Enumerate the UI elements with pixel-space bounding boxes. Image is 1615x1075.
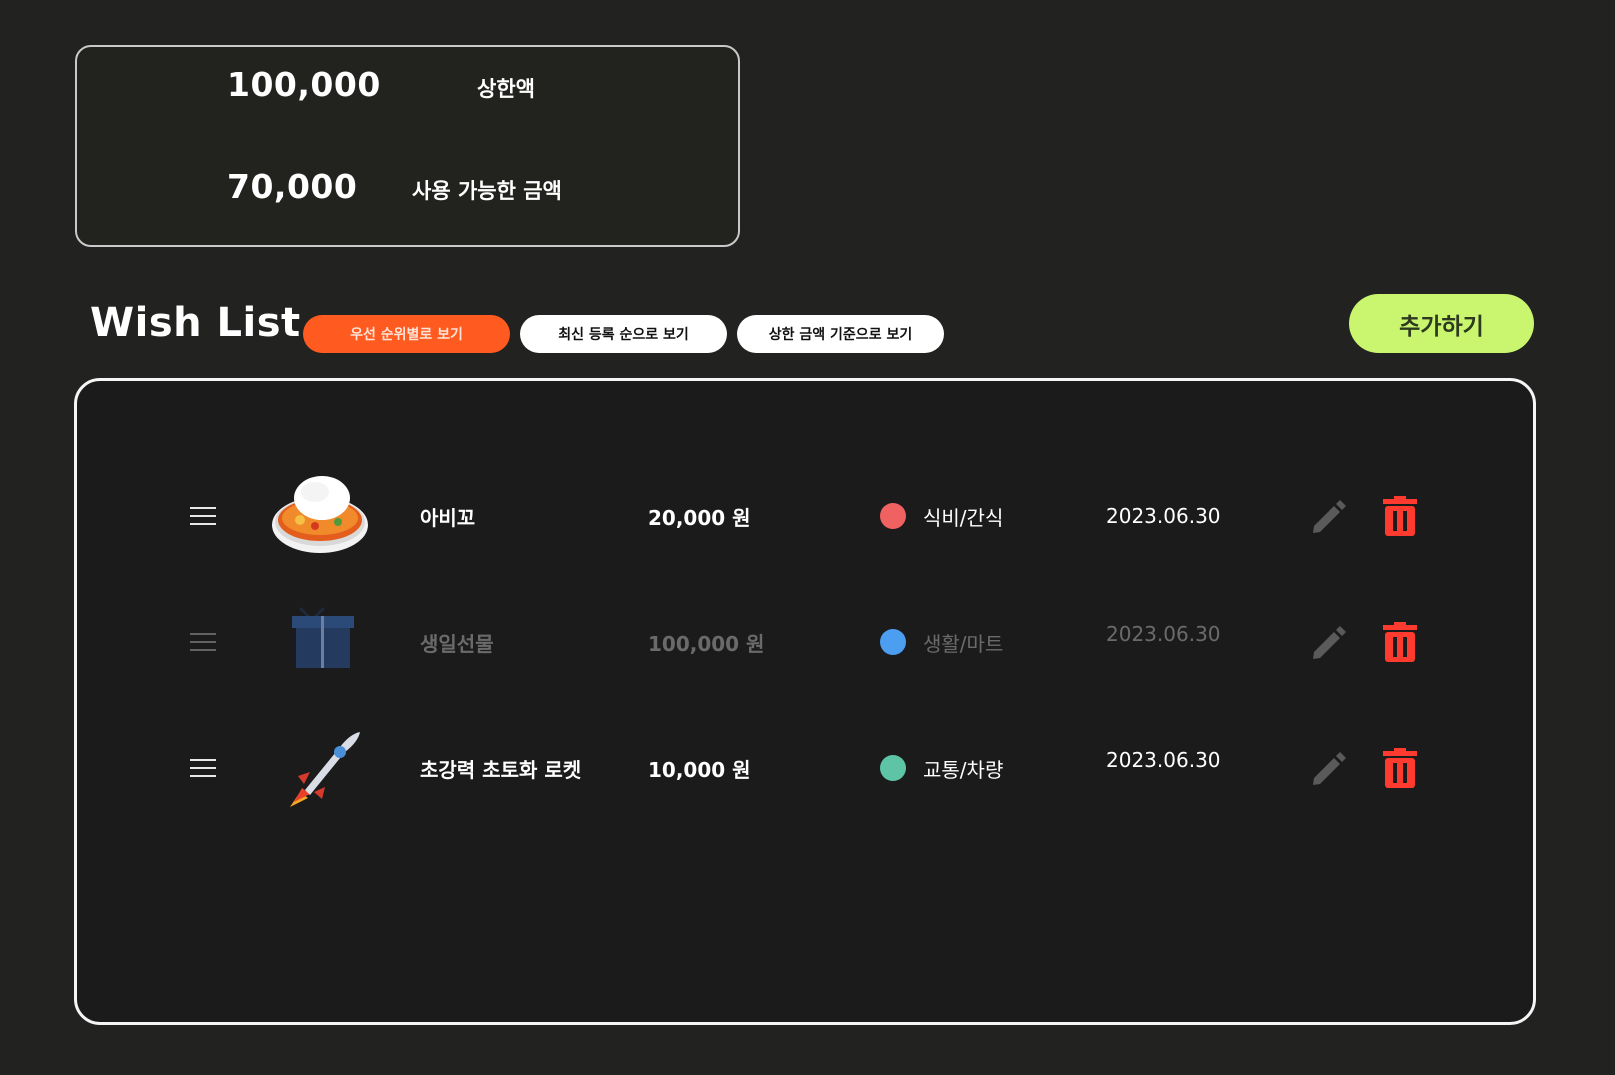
page: 100,000 상한액 70,000 사용 가능한 금액 Wish List 우… (0, 0, 1615, 1075)
budget-available-amount: 70,000 (227, 167, 358, 206)
trash-icon[interactable] (1382, 496, 1418, 536)
item-price: 10,000 원 (648, 758, 751, 782)
sort-by-priority-button[interactable]: 우선 순위별로 보기 (303, 315, 510, 353)
category-dot (880, 755, 906, 781)
item-price: 100,000 원 (648, 632, 765, 656)
curry-rice-icon (270, 470, 370, 560)
sort-by-recent-button[interactable]: 최신 등록 순으로 보기 (520, 315, 727, 353)
item-name: 생일선물 (420, 632, 494, 656)
edit-pencil-icon[interactable] (1308, 496, 1348, 536)
sort-by-limit-button[interactable]: 상한 금액 기준으로 보기 (737, 315, 944, 353)
budget-summary-card: 100,000 상한액 70,000 사용 가능한 금액 (75, 45, 740, 247)
edit-pencil-icon[interactable] (1308, 622, 1348, 662)
budget-available-label: 사용 가능한 금액 (412, 179, 562, 203)
add-item-button[interactable]: 추가하기 (1349, 294, 1534, 353)
drag-handle-icon[interactable] (190, 507, 216, 525)
drag-handle-icon[interactable] (190, 759, 216, 777)
item-name: 아비꼬 (420, 506, 476, 530)
trash-icon[interactable] (1382, 748, 1418, 788)
wishlist-title: Wish List (90, 300, 301, 346)
item-price: 20,000 원 (648, 506, 751, 530)
gift-box-icon (270, 596, 370, 686)
trash-icon[interactable] (1382, 622, 1418, 662)
item-name: 초강력 초토화 로켓 (420, 758, 582, 782)
budget-limit-row: 100,000 상한액 (77, 57, 738, 117)
item-category: 교통/차량 (923, 758, 1004, 782)
budget-available-row: 70,000 사용 가능한 금액 (77, 159, 738, 219)
wishlist-item: 생일선물 100,000 원 생활/마트 2023.06.30 (0, 586, 1615, 696)
item-category: 식비/간식 (923, 506, 1004, 530)
item-date: 2023.06.30 (1106, 748, 1221, 772)
wishlist-item: 아비꼬 20,000 원 식비/간식 2023.06.30 (0, 460, 1615, 570)
wishlist-item: 초강력 초토화 로켓 10,000 원 교통/차량 2023.06.30 (0, 712, 1615, 822)
drag-handle-icon[interactable] (190, 633, 216, 651)
budget-limit-label: 상한액 (477, 77, 535, 101)
item-date: 2023.06.30 (1106, 622, 1221, 646)
item-date: 2023.06.30 (1106, 504, 1221, 528)
edit-pencil-icon[interactable] (1308, 748, 1348, 788)
category-dot (880, 629, 906, 655)
category-dot (880, 503, 906, 529)
item-category: 생활/마트 (923, 632, 1004, 656)
budget-limit-amount: 100,000 (227, 65, 381, 104)
rocket-icon (270, 722, 370, 812)
